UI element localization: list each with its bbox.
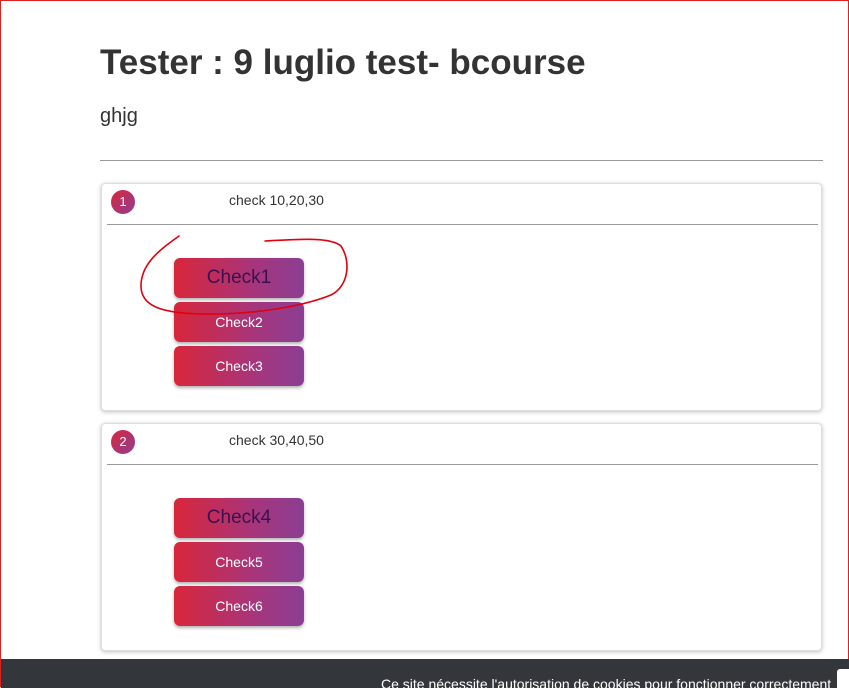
answer-button-check3[interactable]: Check3 [174,346,304,386]
question-card-2: 2 check 30,40,50 Check4 Check5 Check6 [101,423,822,651]
page-subtitle: ghjg [100,105,138,127]
question-text: check 30,40,50 [229,432,324,448]
answer-button-check5[interactable]: Check5 [174,542,304,582]
cookie-banner: Ce site nécessite l'autorisation de cook… [1,659,849,688]
page-title: Tester : 9 luglio test- bcourse [100,43,586,82]
cookie-accept-button[interactable] [837,669,849,688]
question-number-badge: 1 [111,190,135,214]
answer-button-check4[interactable]: Check4 [174,498,304,538]
answer-button-check6[interactable]: Check6 [174,586,304,626]
card-divider [107,224,818,225]
card-divider [107,464,818,465]
question-number-badge: 2 [111,430,135,454]
question-text: check 10,20,30 [229,192,324,208]
page-divider [100,160,823,161]
cookie-banner-text: Ce site nécessite l'autorisation de cook… [381,676,832,688]
answer-button-check1[interactable]: Check1 [174,258,304,298]
question-card-1: 1 check 10,20,30 Check1 Check2 Check3 [101,183,822,411]
answer-button-check2[interactable]: Check2 [174,302,304,342]
